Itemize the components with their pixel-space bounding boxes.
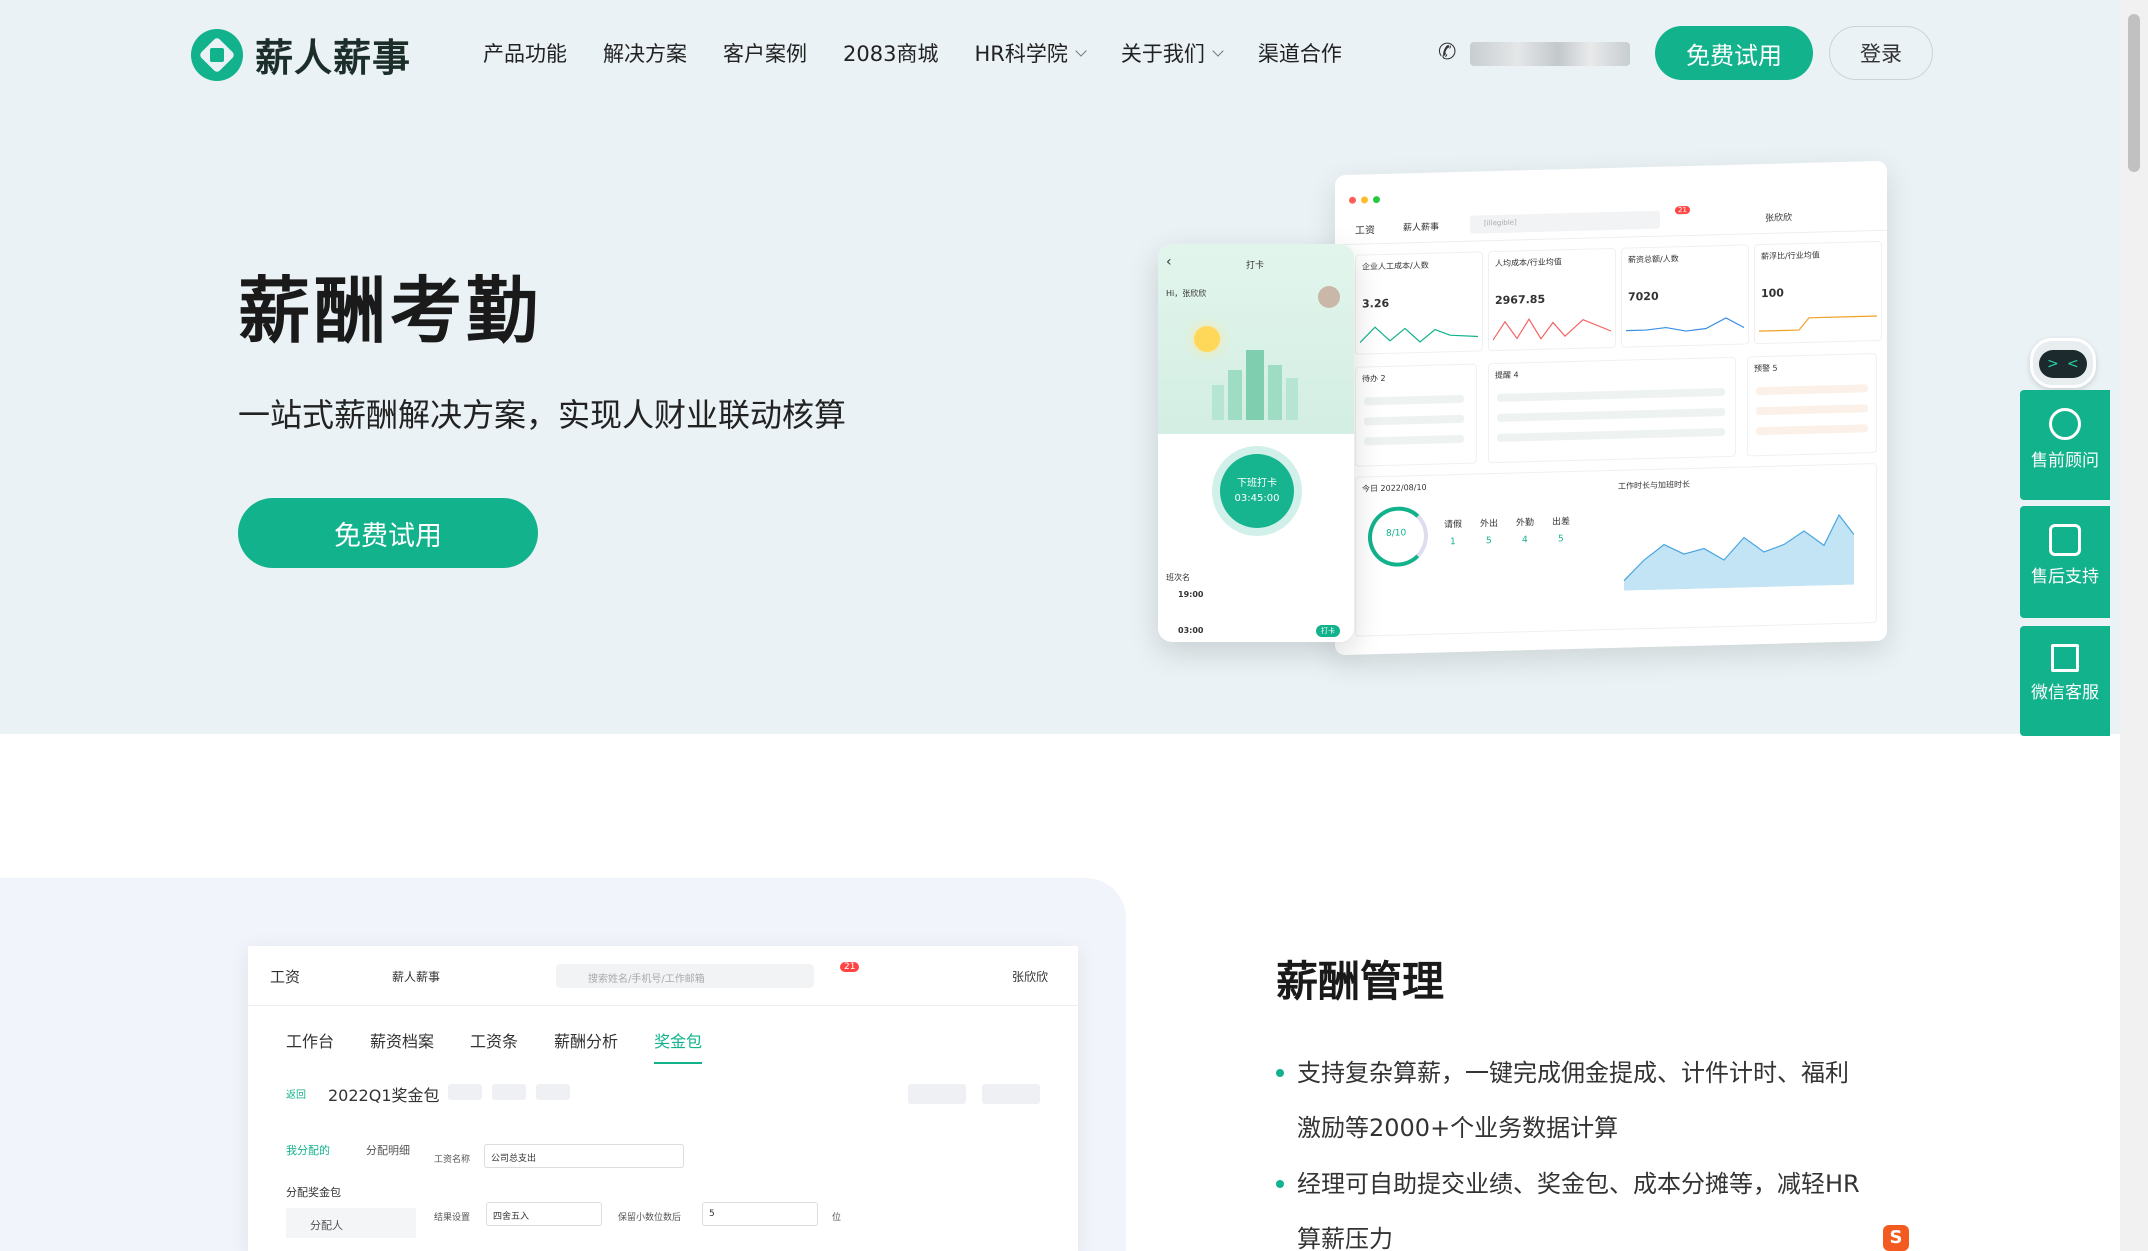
side-wechat-service[interactable]: 微信客服	[2020, 626, 2110, 736]
todo-card: 待办 2	[1355, 363, 1477, 467]
chevron-down-icon	[1075, 44, 1087, 57]
punch-button[interactable]: 打卡	[1316, 625, 1340, 637]
city-illustration	[1212, 350, 1298, 420]
side-after-sales-support[interactable]: 售后支持	[2020, 506, 2110, 618]
phone-title: 打卡	[1246, 261, 1265, 271]
package-title: 2022Q1奖金包	[328, 1086, 440, 1105]
feature-bullet: 支持复杂算薪，一键完成佣金提成、计件计时、福利 激励等2000+个业务数据计算	[1276, 1046, 1876, 1156]
shift-label: 班次名	[1166, 573, 1190, 582]
hero-title: 薪酬考勤	[238, 269, 543, 353]
nav-item-cases[interactable]: 客户案例	[723, 38, 807, 68]
kpi-card: 薪浮比/行业均值 100	[1754, 240, 1882, 345]
login-button[interactable]: 登录	[1829, 26, 1933, 80]
shift-start: 19:00	[1178, 590, 1204, 599]
decimal-select[interactable]: 5	[702, 1202, 818, 1226]
subtab-details[interactable]: 分配明细	[366, 1142, 410, 1158]
nav-item-mall[interactable]: 2083商城	[843, 38, 938, 68]
rounding-select[interactable]: 四舍五入	[486, 1202, 602, 1226]
feature-bullet: 经理可自助提交业绩、奖金包、成本分摊等，减轻HR 算薪压力	[1276, 1157, 1876, 1251]
brand-logo-icon	[191, 28, 243, 81]
chat-icon	[2049, 524, 2081, 556]
app-module: 工资	[270, 968, 301, 986]
brand-logo[interactable]: 薪人薪事	[191, 27, 411, 82]
notification-badge: 21	[1675, 205, 1690, 215]
tab-workbench[interactable]: 工作台	[286, 1028, 334, 1064]
app-company: 薪人薪事	[392, 970, 441, 984]
headset-icon	[2049, 408, 2081, 440]
assign-section: 分配奖金包	[286, 1186, 341, 1199]
kpi-card: 人均成本/行业均值 2967.85	[1488, 247, 1616, 352]
nav-item-about[interactable]: 关于我们	[1121, 38, 1224, 68]
salary-app-mockup: 工资 薪人薪事 搜索姓名/手机号/工作邮箱 21 张欣欣 工作台 薪资档案 工资…	[248, 946, 1078, 1251]
qrcode-icon	[2051, 644, 2079, 672]
avatar	[1318, 286, 1340, 308]
chatbot-avatar[interactable]: > <	[2026, 330, 2100, 392]
nav-menu: 产品功能 解决方案 客户案例 2083商城 HR科学院 关于我们 渠道合作	[483, 38, 1378, 68]
kpi-card: 薪资总额/人数 7020	[1621, 244, 1749, 348]
subtab-assigned[interactable]: 我分配的	[286, 1142, 330, 1158]
feature-title: 薪酬管理	[1276, 957, 1445, 1006]
scrollbar-thumb[interactable]	[2128, 14, 2140, 172]
nav-item-solutions[interactable]: 解决方案	[603, 38, 687, 68]
shift-end: 03:00	[1178, 626, 1204, 635]
hero-free-trial-button[interactable]: 免费试用	[238, 498, 538, 568]
page-scrollbar[interactable]	[2120, 0, 2148, 1251]
app-search-input[interactable]: 搜索姓名/手机号/工作邮箱	[556, 964, 814, 988]
back-icon: ‹	[1166, 254, 1172, 270]
dashboard-mockup: 工资 薪人薪事 [illegible] 21 张欣欣 企业人工成本/人数 3.2…	[1335, 160, 1887, 656]
warning-card: 预警 5	[1747, 353, 1877, 457]
app-tabs: 工作台 薪资档案 工资条 薪酬分析 奖金包	[286, 1028, 738, 1064]
hero-subtitle: 一站式薪酬解决方案，实现人财业联动核算	[238, 396, 847, 434]
side-presales-consultant[interactable]: 售前顾问	[2020, 390, 2110, 500]
attendance-card: 今日 2022/08/10 8/10 请假 1 外出 5 外勤 4 出差 5 工作时长与…	[1355, 463, 1877, 637]
work-hours-chart	[1624, 513, 1854, 591]
tab-salary-analysis[interactable]: 薪酬分析	[554, 1028, 618, 1064]
tab-bonus-package[interactable]: 奖金包	[654, 1028, 703, 1064]
salary-name-input[interactable]: 公司总支出	[484, 1144, 684, 1168]
nav-item-products[interactable]: 产品功能	[483, 38, 567, 68]
top-navigation: 薪人薪事 产品功能 解决方案 客户案例 2083商城 HR科学院 关于我们 渠道…	[0, 0, 2120, 108]
phone-icon: ✆	[1438, 40, 1457, 65]
clock-out-button[interactable]: 下班打卡 03:45:00	[1220, 454, 1294, 528]
free-trial-button[interactable]: 免费试用	[1655, 26, 1813, 80]
phone-mockup: ‹ 打卡 Hi，张欣欣 下班打卡 03:45:00 班次名 19:00 03:00…	[1158, 244, 1354, 642]
chevron-down-icon	[1212, 44, 1224, 57]
nav-item-hr-academy[interactable]: HR科学院	[974, 38, 1087, 68]
nav-item-channel[interactable]: 渠道合作	[1258, 38, 1342, 68]
kpi-card: 企业人工成本/人数 3.26	[1355, 251, 1483, 355]
tab-payslip[interactable]: 工资条	[470, 1028, 518, 1064]
phone-greeting: Hi，张欣欣	[1166, 289, 1207, 298]
tab-salary-files[interactable]: 薪资档案	[370, 1028, 434, 1064]
field-label: 工资名称	[434, 1155, 471, 1165]
dashboard-module: 工资	[1355, 225, 1375, 237]
app-user: 张欣欣	[1012, 970, 1049, 984]
dashboard-user: 张欣欣	[1765, 213, 1793, 224]
reminder-card: 提醒 4	[1488, 356, 1736, 464]
dashboard-company: 薪人薪事	[1403, 222, 1440, 234]
back-link[interactable]: 返回	[286, 1086, 306, 1101]
phone-number-redacted	[1470, 42, 1630, 66]
input-method-icon[interactable]: S	[1883, 1225, 1909, 1251]
brand-name: 薪人薪事	[255, 36, 412, 80]
notification-badge: 21	[840, 962, 860, 972]
